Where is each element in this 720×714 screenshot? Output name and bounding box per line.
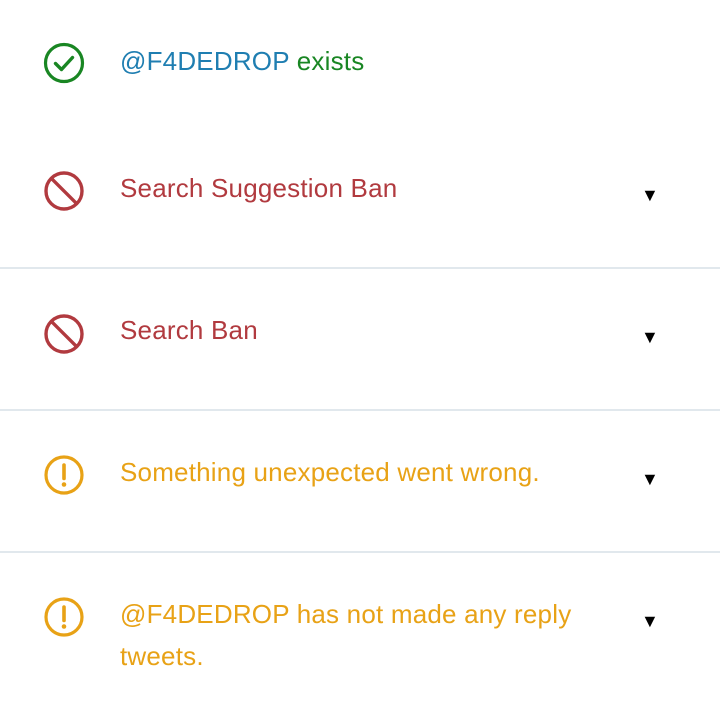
search-suggestion-ban-label: Search Suggestion Ban	[120, 173, 398, 203]
expand-toggle-search-suggestion-ban[interactable]: ▼	[641, 185, 659, 205]
shadowban-results-panel: @F4DEDROP exists Search Suggestion Ban ▼…	[0, 0, 720, 714]
prohibited-icon	[43, 170, 85, 212]
search-ban-label: Search Ban	[120, 315, 258, 345]
expand-toggle-reply-tweets[interactable]: ▼	[641, 611, 659, 631]
prohibited-icon	[43, 313, 85, 355]
exclamation-circle-icon	[43, 454, 85, 496]
result-text-exists: @F4DEDROP exists	[120, 40, 364, 82]
expand-toggle-search-ban[interactable]: ▼	[641, 327, 659, 347]
reply-tweets-label-line2: tweets.	[120, 641, 204, 671]
exists-status-text: exists	[296, 46, 365, 76]
exclamation-circle-icon	[43, 596, 85, 638]
username-handle[interactable]: @F4DEDROP	[120, 46, 289, 76]
result-row-search-suggestion-ban[interactable]: Search Suggestion Ban ▼	[0, 120, 720, 267]
result-row-exists: @F4DEDROP exists	[0, 0, 720, 120]
result-row-unexpected-error[interactable]: Something unexpected went wrong. ▼	[0, 411, 720, 551]
reply-tweets-label-line1: @F4DEDROP has not made any reply	[120, 599, 572, 629]
result-row-search-ban[interactable]: Search Ban ▼	[0, 269, 720, 409]
unexpected-error-label: Something unexpected went wrong.	[120, 457, 540, 487]
expand-toggle-unexpected-error[interactable]: ▼	[641, 469, 659, 489]
check-circle-icon	[43, 42, 85, 84]
result-row-reply-tweets[interactable]: @F4DEDROP has not made any reply tweets.…	[0, 553, 720, 714]
